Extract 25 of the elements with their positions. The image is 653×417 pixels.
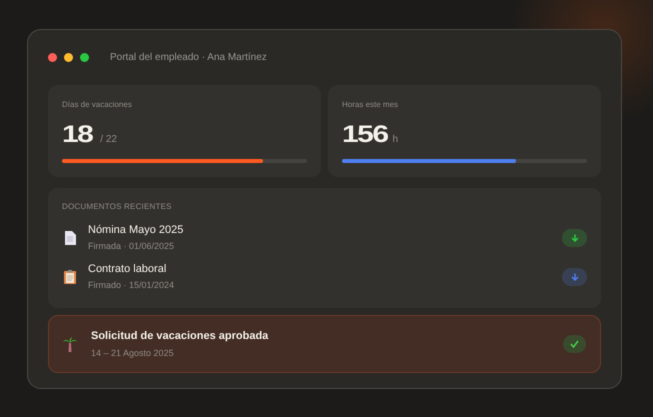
document-icon xyxy=(64,230,76,244)
notice-title: Solicitud de vacaciones aprobada xyxy=(91,328,270,344)
window-title: Portal del empleado · Ana Martínez xyxy=(110,51,267,65)
maximize-button[interactable] xyxy=(80,53,89,62)
download-icon xyxy=(570,234,578,242)
stat-label: Días de vacaciones xyxy=(62,99,133,111)
stat-value: 18 xyxy=(62,123,92,147)
download-button[interactable] xyxy=(562,268,587,286)
document-title[interactable]: Contrato laboral xyxy=(88,260,562,277)
document-meta: Firmado · 15/01/2024 xyxy=(88,279,176,292)
stat-value: 156 xyxy=(342,123,388,147)
stat-unit: / 22 xyxy=(100,133,117,147)
stat-label: Horas este mes xyxy=(342,99,400,111)
document-title[interactable]: Nómina Mayo 2025 xyxy=(88,222,562,238)
check-icon xyxy=(570,340,579,348)
palm-tree-icon xyxy=(63,336,77,352)
section-heading: DOCUMENTOS RECIENTES xyxy=(62,201,173,213)
document-meta: Firmada · 01/06/2025 xyxy=(88,240,176,253)
stat-unit: h xyxy=(392,133,398,147)
download-button[interactable] xyxy=(562,228,587,246)
minimize-button[interactable] xyxy=(64,53,73,62)
clipboard-icon xyxy=(64,270,76,284)
notice-subtitle: 14 – 21 Agosto 2025 xyxy=(91,347,175,360)
close-button[interactable] xyxy=(48,53,57,62)
download-icon xyxy=(570,272,578,280)
